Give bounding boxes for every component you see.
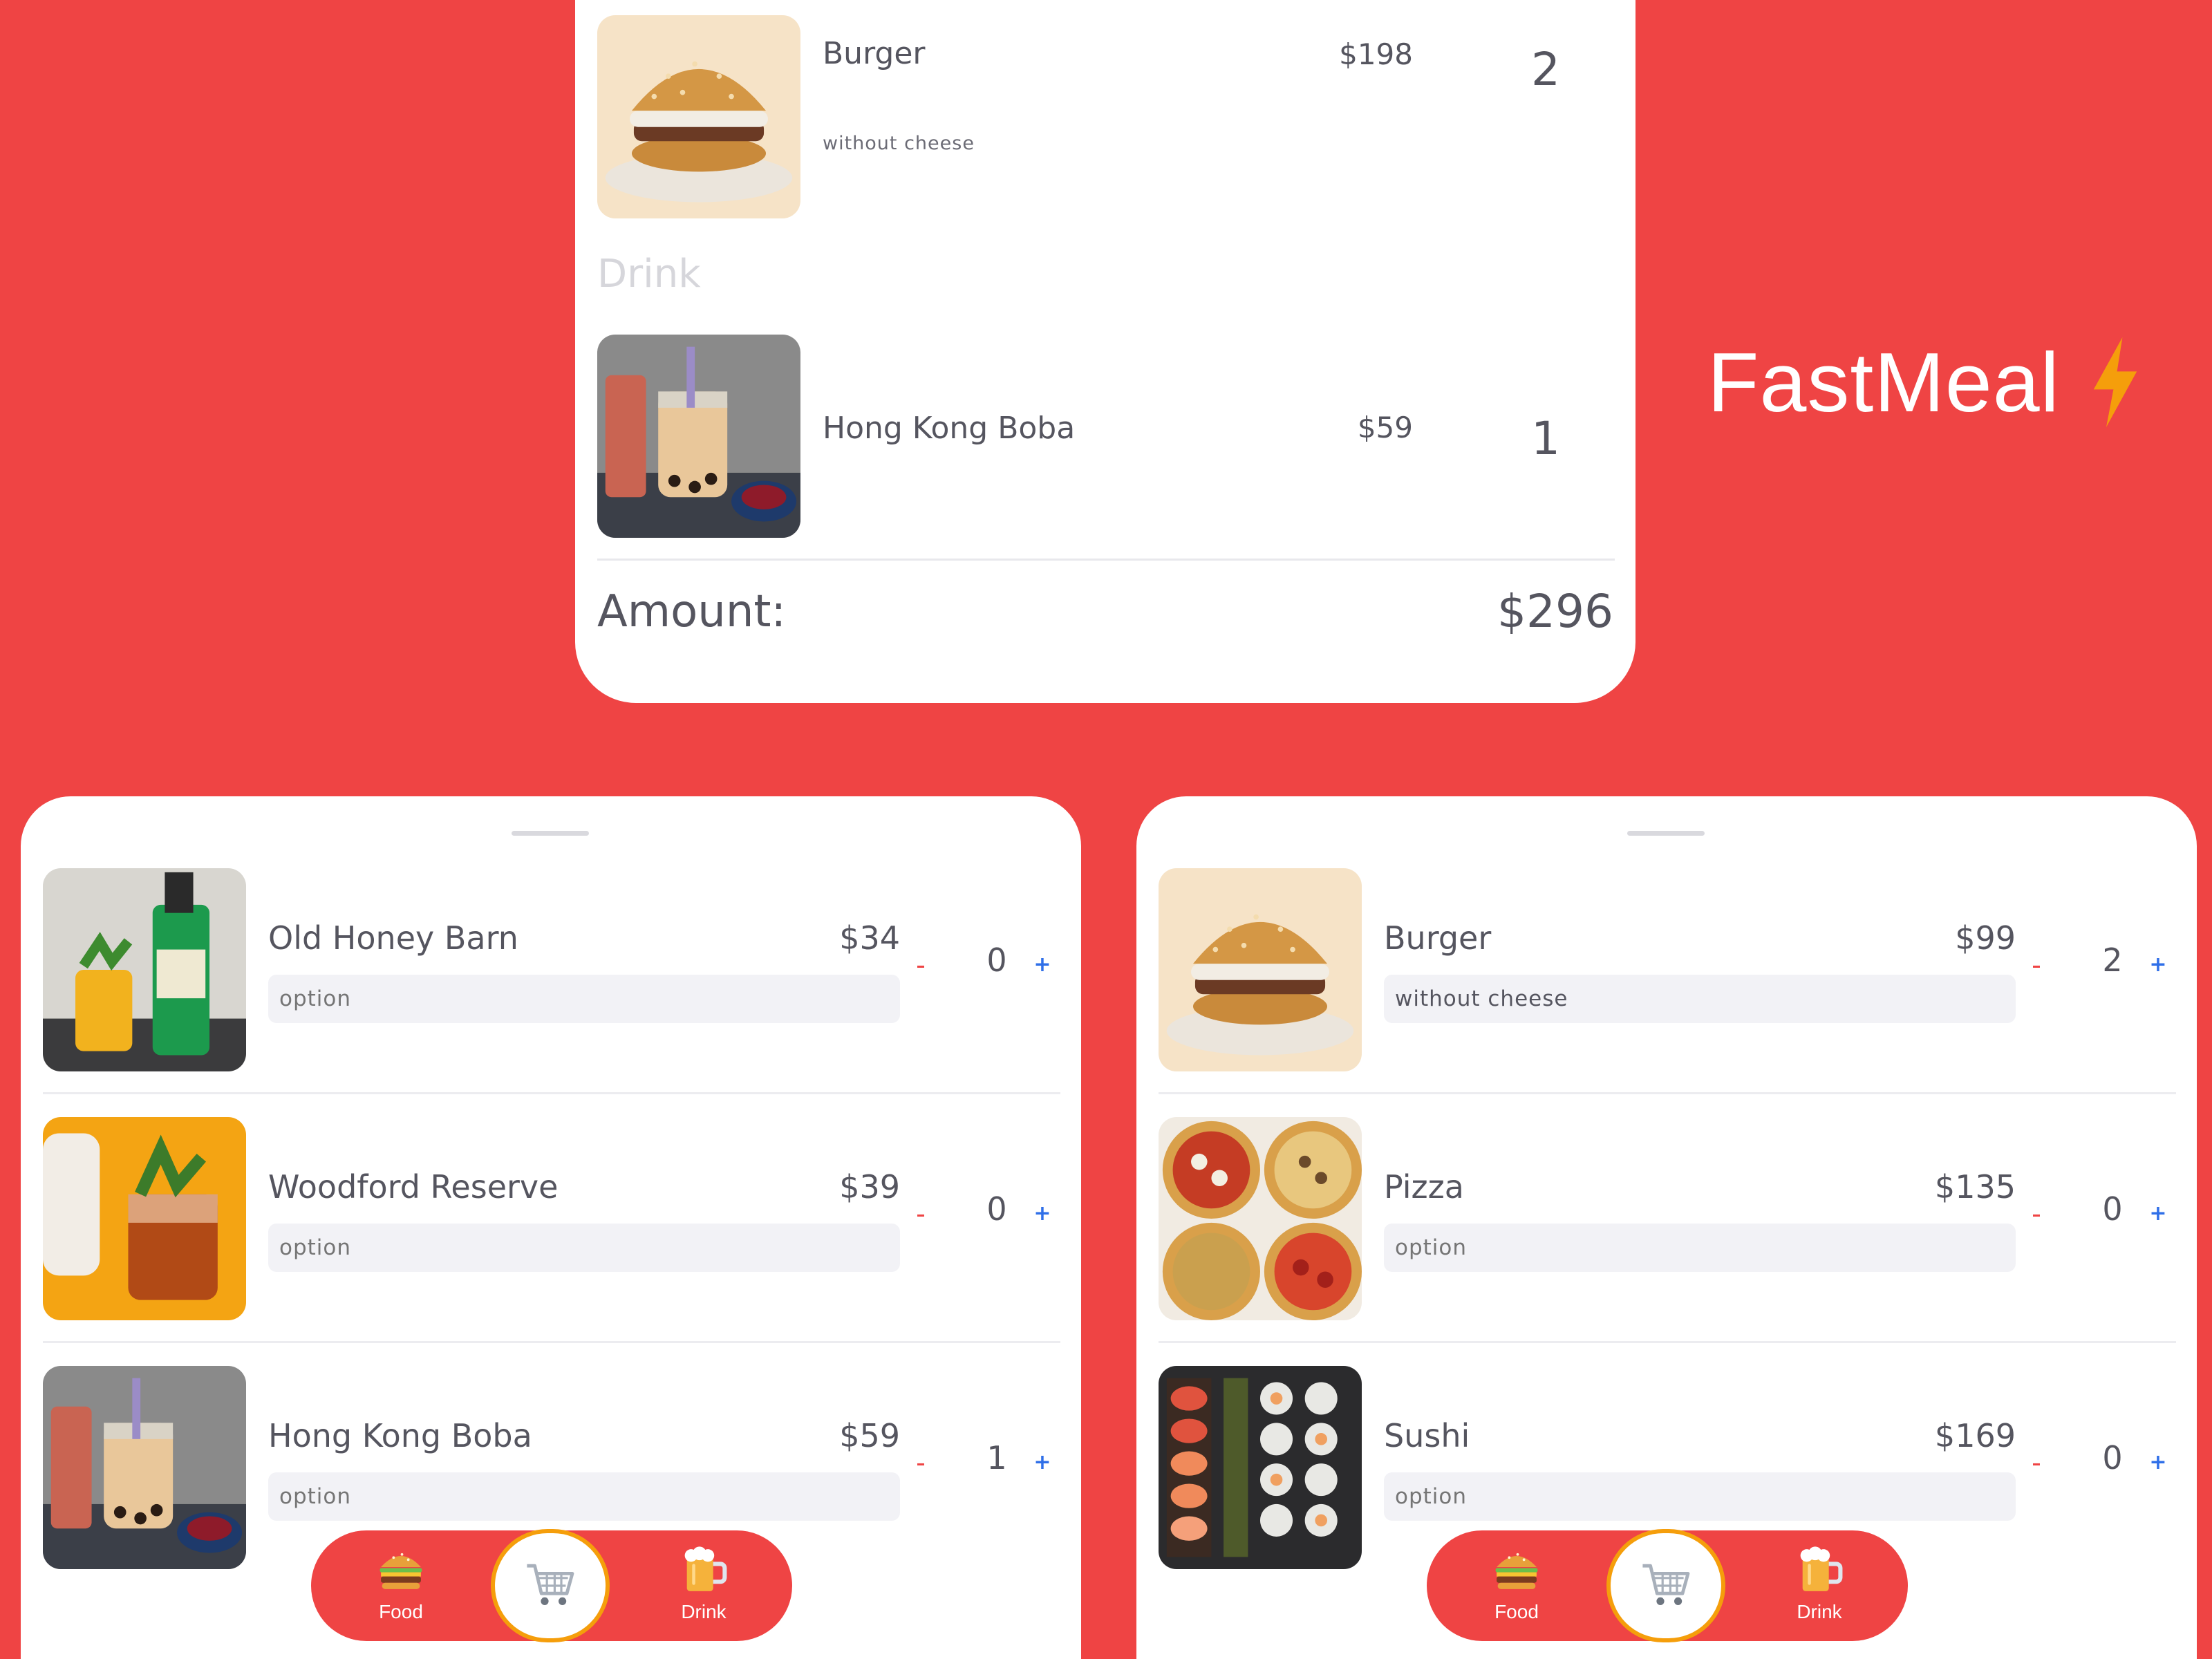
beer-mug-icon (1793, 1543, 1846, 1595)
option-input[interactable] (268, 1224, 900, 1272)
increment-button[interactable]: + (2137, 1442, 2179, 1483)
nav-drink-label: Drink (681, 1601, 727, 1622)
decrement-button[interactable]: - (900, 944, 941, 986)
row-divider (1159, 1341, 2176, 1343)
quantity-value: 0 (2102, 1439, 2123, 1477)
cart-icon (520, 1558, 581, 1613)
nav-food[interactable]: Food (346, 1543, 456, 1633)
woodford-reserve-photo (43, 1117, 246, 1320)
item-name: Old Honey Barn (268, 919, 518, 957)
nav-drink-label: Drink (1797, 1601, 1842, 1622)
brand-logo: FastMeal (1707, 330, 2143, 434)
summary-item-boba: Hong Kong Boba $59 1 (597, 335, 1615, 538)
item-name: Sushi (1384, 1417, 1470, 1454)
lightning-bolt-icon (2093, 337, 2137, 427)
cart-summary-card: Burger without cheese $198 2 Drink Hong … (575, 0, 1635, 703)
nav-drink[interactable]: Drink (648, 1543, 759, 1633)
row-divider (1159, 1092, 2176, 1094)
item-price: $59 (839, 1417, 900, 1454)
quantity-value: 0 (2102, 1190, 2123, 1228)
sushi-photo (1159, 1366, 1362, 1569)
summary-divider (597, 559, 1615, 561)
beer-mug-icon (677, 1543, 730, 1595)
bottom-nav: Food Drink (311, 1529, 792, 1642)
burger-icon (375, 1543, 427, 1595)
list-item: Pizza $135 - 0 + (1159, 1117, 2176, 1320)
list-item: Burger $99 - 2 + (1159, 868, 2176, 1071)
boba-photo (597, 335, 800, 538)
option-input[interactable] (268, 1472, 900, 1521)
item-price: $169 (1934, 1417, 2016, 1454)
summary-item-name: Burger (823, 36, 926, 71)
option-input[interactable] (1384, 1472, 2016, 1521)
drag-handle[interactable] (512, 831, 589, 836)
decrement-button[interactable]: - (900, 1193, 941, 1235)
cart-icon (1635, 1558, 1696, 1613)
decrement-button[interactable]: - (900, 1442, 941, 1483)
summary-item-note: without cheese (823, 133, 975, 154)
summary-item-qty: 2 (1531, 43, 1560, 96)
item-price: $135 (1934, 1168, 2016, 1206)
option-input[interactable] (1384, 975, 2016, 1023)
summary-item-price: $198 (1339, 37, 1413, 71)
nav-food-label: Food (1494, 1601, 1539, 1622)
burger-photo (597, 15, 800, 218)
burger-photo (1159, 868, 1362, 1071)
decrement-button[interactable]: - (2016, 944, 2057, 986)
drink-menu-panel: Old Honey Barn $34 - 0 + Woodford Reserv… (21, 796, 1081, 1659)
increment-button[interactable]: + (1022, 1442, 1063, 1483)
food-menu-panel: Burger $99 - 2 + Pizza $135 - 0 + Sushi … (1136, 796, 2197, 1659)
list-item: Woodford Reserve $39 - 0 + (43, 1117, 1060, 1320)
increment-button[interactable]: + (2137, 1193, 2179, 1235)
pizza-photo (1159, 1117, 1362, 1320)
nav-food-label: Food (379, 1601, 423, 1622)
nav-cart-button[interactable] (1606, 1529, 1725, 1642)
item-name: Burger (1384, 919, 1492, 957)
nav-food[interactable]: Food (1461, 1543, 1572, 1633)
increment-button[interactable]: + (1022, 1193, 1063, 1235)
item-name: Woodford Reserve (268, 1168, 559, 1206)
quantity-value: 0 (986, 1190, 1007, 1228)
nav-cart-button[interactable] (491, 1529, 610, 1642)
burger-icon (1490, 1543, 1543, 1595)
item-name: Hong Kong Boba (268, 1417, 532, 1454)
row-divider (43, 1341, 1060, 1343)
drink-section-heading: Drink (597, 252, 701, 297)
increment-button[interactable]: + (1022, 944, 1063, 986)
amount-label: Amount: (597, 586, 787, 637)
item-name: Pizza (1384, 1168, 1464, 1206)
quantity-value: 1 (986, 1439, 1007, 1477)
option-input[interactable] (1384, 1224, 2016, 1272)
summary-item-burger: Burger without cheese $198 2 (597, 15, 1615, 218)
increment-button[interactable]: + (2137, 944, 2179, 986)
decrement-button[interactable]: - (2016, 1442, 2057, 1483)
row-divider (43, 1092, 1060, 1094)
item-price: $39 (839, 1168, 900, 1206)
quantity-value: 0 (986, 941, 1007, 979)
nav-drink[interactable]: Drink (1764, 1543, 1875, 1633)
list-item: Old Honey Barn $34 - 0 + (43, 868, 1060, 1071)
item-price: $99 (1955, 919, 2016, 957)
hong-kong-boba-photo (43, 1366, 246, 1569)
old-honey-barn-photo (43, 868, 246, 1071)
item-price: $34 (839, 919, 900, 957)
summary-item-name: Hong Kong Boba (823, 411, 1076, 446)
decrement-button[interactable]: - (2016, 1193, 2057, 1235)
brand-name: FastMeal (1707, 335, 2060, 429)
summary-item-qty: 1 (1531, 412, 1560, 465)
quantity-value: 2 (2102, 941, 2123, 979)
summary-item-price: $59 (1357, 411, 1413, 444)
bottom-nav: Food Drink (1427, 1529, 1908, 1642)
option-input[interactable] (268, 975, 900, 1023)
amount-value: $296 (1497, 585, 1613, 638)
drag-handle[interactable] (1627, 831, 1705, 836)
